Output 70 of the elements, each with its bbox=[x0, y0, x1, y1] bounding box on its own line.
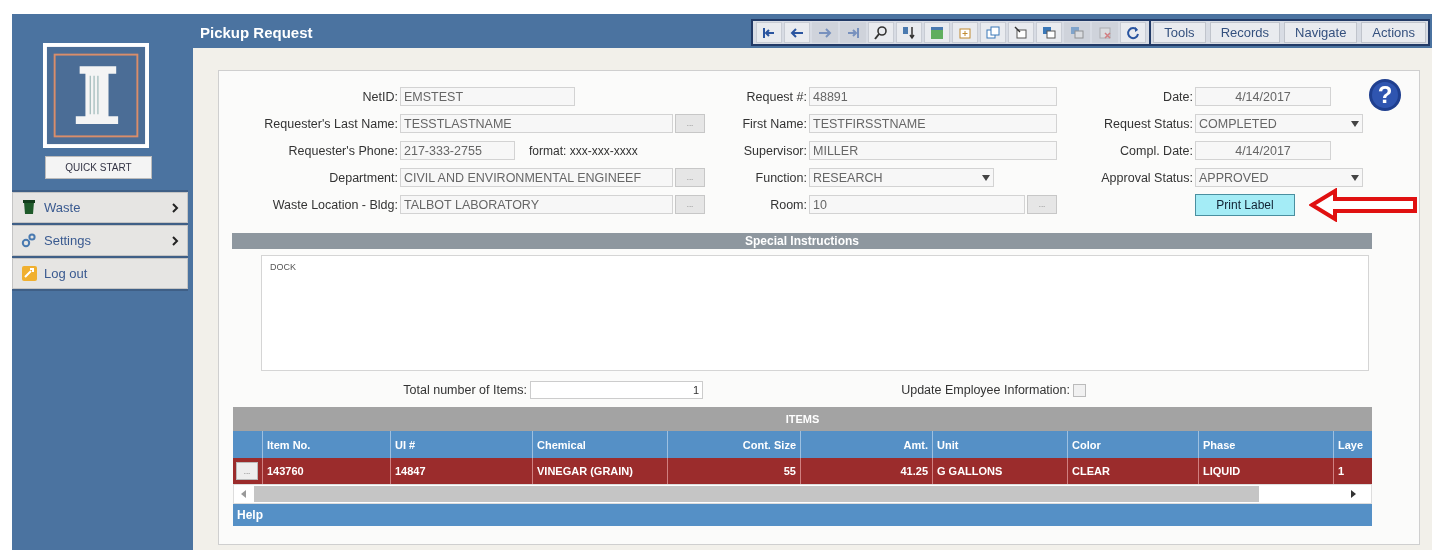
page-title: Pickup Request bbox=[200, 24, 313, 41]
menu-button[interactable]: Navigate bbox=[1284, 22, 1358, 43]
field-label: Update Employee Information: bbox=[900, 383, 1070, 397]
dropdown[interactable]: APPROVED bbox=[1195, 168, 1363, 187]
copy-icon[interactable] bbox=[985, 24, 1002, 41]
field-label: Date: bbox=[1162, 89, 1194, 104]
bin-icon bbox=[21, 199, 38, 216]
scroll-right-icon bbox=[1349, 490, 1357, 498]
horizontal-scrollbar[interactable] bbox=[233, 484, 1372, 504]
input-field[interactable]: 48891 bbox=[809, 87, 1057, 106]
field-label: Supervisor: bbox=[742, 143, 808, 158]
help-bar[interactable]: Help bbox=[233, 504, 1372, 526]
sidebar-item[interactable]: Settings bbox=[12, 225, 188, 256]
field-label: Request Status: bbox=[1103, 116, 1194, 131]
menu-button[interactable]: Tools bbox=[1153, 22, 1206, 43]
field-label: First Name: bbox=[741, 116, 808, 131]
input-field[interactable]: TALBOT LABORATORY bbox=[400, 195, 673, 214]
dropdown-caret-icon bbox=[1351, 120, 1359, 127]
lookup-button[interactable]: ... bbox=[1027, 195, 1057, 214]
edit-record-icon[interactable] bbox=[1013, 24, 1030, 41]
input-field[interactable]: 10 bbox=[809, 195, 1025, 214]
sidebar-item[interactable]: Waste bbox=[12, 192, 188, 223]
field-label: Compl. Date: bbox=[1119, 143, 1194, 158]
help-icon[interactable]: ? bbox=[1368, 78, 1402, 112]
input-field[interactable]: 217-333-2755 bbox=[400, 141, 515, 160]
refresh-icon[interactable] bbox=[1125, 24, 1142, 41]
scroll-left-icon bbox=[240, 490, 248, 498]
input-field[interactable]: MILLER bbox=[809, 141, 1057, 160]
field-label: NetID: bbox=[361, 89, 399, 104]
sidebar-item[interactable]: Log out bbox=[12, 258, 188, 289]
date-field[interactable]: 4/14/2017 bbox=[1195, 141, 1331, 160]
search-icon[interactable] bbox=[873, 24, 890, 41]
field-label: Requester's Last Name: bbox=[263, 116, 399, 131]
stacked-records-icon[interactable] bbox=[1041, 24, 1058, 41]
total-items-field[interactable]: 1 bbox=[530, 381, 703, 399]
row-button[interactable]: ... bbox=[236, 462, 258, 480]
dropdown[interactable]: COMPLETED bbox=[1195, 114, 1363, 133]
dropdown-caret-icon bbox=[1351, 174, 1359, 181]
lookup-button[interactable]: ... bbox=[675, 114, 705, 133]
lookup-button[interactable]: ... bbox=[675, 168, 705, 187]
field-label: Function: bbox=[754, 170, 808, 185]
field-label: Total number of Items: bbox=[402, 383, 527, 397]
menu-button[interactable]: Actions bbox=[1361, 22, 1426, 43]
field-label: Department: bbox=[328, 170, 399, 185]
field-label: Waste Location - Bldg: bbox=[271, 197, 399, 212]
section-header: Special Instructions bbox=[232, 233, 1372, 249]
lookup-button[interactable]: ... bbox=[675, 195, 705, 214]
table-row[interactable]: ... 143760 14847 VINEGAR (GRAIN) 55 41.25 G GALLONS CLEAR LIQUID 1 bbox=[233, 458, 1372, 484]
input-field[interactable]: CIVIL AND ENVIRONMENTAL ENGINEEF bbox=[400, 168, 673, 187]
gears-icon bbox=[21, 232, 38, 249]
grid-title: ITEMS bbox=[233, 407, 1372, 431]
dropdown[interactable]: RESEARCH bbox=[809, 168, 994, 187]
special-instructions-field[interactable]: DOCK bbox=[261, 255, 1369, 371]
input-field[interactable]: EMSTEST bbox=[400, 87, 575, 106]
key-icon bbox=[21, 265, 38, 282]
field-label: Requester's Phone: bbox=[287, 143, 399, 158]
field-label: Approval Status: bbox=[1100, 170, 1194, 185]
input-field[interactable]: TESSTLASTNAME bbox=[400, 114, 673, 133]
sort-icon[interactable] bbox=[901, 24, 918, 41]
menu-button[interactable]: Records bbox=[1209, 22, 1281, 43]
field-label: Room: bbox=[769, 197, 808, 212]
checkbox[interactable] bbox=[1073, 383, 1086, 397]
input-field[interactable]: TESTFIRSSTNAME bbox=[809, 114, 1057, 133]
dropdown-caret-icon bbox=[982, 174, 990, 181]
quick-start-button[interactable]: QUICK START bbox=[45, 156, 152, 179]
print-label-button[interactable]: Print Label bbox=[1195, 193, 1295, 216]
grid-icon[interactable] bbox=[929, 24, 946, 41]
format-hint: format: xxx-xxx-xxxx bbox=[529, 143, 638, 158]
date-field[interactable]: 4/14/2017 bbox=[1195, 87, 1331, 106]
field-label: Request #: bbox=[745, 89, 808, 104]
